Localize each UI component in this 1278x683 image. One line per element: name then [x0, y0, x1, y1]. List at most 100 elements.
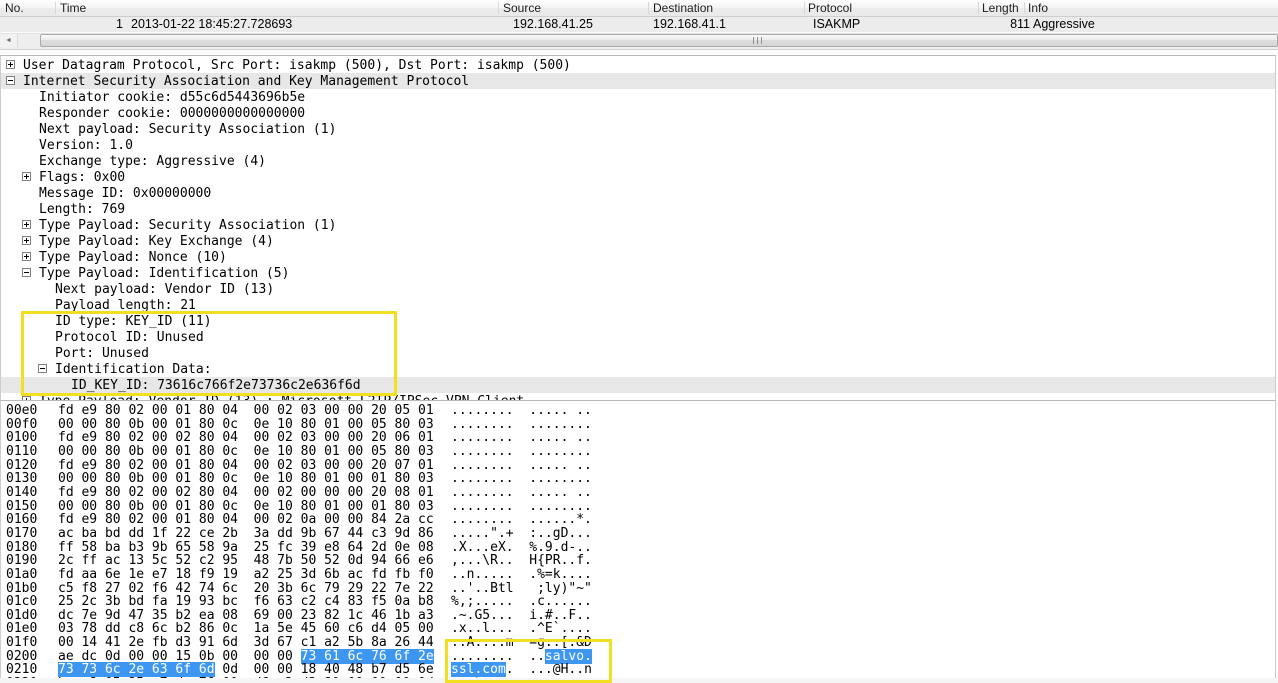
tree-row-label: Internet Security Association and Key Ma… [23, 74, 469, 89]
tree-row[interactable]: Version: 1.0 [1, 137, 1276, 153]
tree-row-label: Next payload: Vendor ID (13) [55, 282, 274, 297]
tree-row-label: Identification Data: [55, 362, 212, 377]
column-separator[interactable] [498, 2, 499, 14]
hex-row[interactable]: 0170ac ba bd dd 1f 22 ce 2b 3a dd 9b 67 … [1, 526, 1276, 540]
tree-row[interactable]: User Datagram Protocol, Src Port: isakmp… [1, 57, 1276, 73]
tree-row-label: Next payload: Security Association (1) [39, 122, 336, 137]
tree-row[interactable]: Payload length: 21 [1, 297, 1276, 313]
scrollbar-grip-icon [753, 37, 762, 44]
collapse-icon[interactable] [6, 76, 15, 85]
column-separator[interactable] [804, 2, 805, 14]
hex-row[interactable]: 01a0fd aa 6e 1e e7 18 f9 19 a2 25 3d 6b … [1, 567, 1276, 581]
packet-protocol: ISAKMP [813, 17, 860, 31]
scroll-left-arrow-icon[interactable]: ◄ [0, 34, 18, 47]
hex-dump-pane: 00d000 01 80 0c 0e 10 80 01 00 07 80 0e … [0, 401, 1276, 678]
tree-row[interactable]: Type Payload: Nonce (10) [1, 249, 1276, 265]
column-header-protocol[interactable]: Protocol [808, 1, 852, 15]
column-header-source[interactable]: Source [503, 1, 541, 15]
column-header-destination[interactable]: Destination [653, 1, 713, 15]
tree-row[interactable]: Initiator cookie: d55c6d5443696b5e [1, 89, 1276, 105]
column-separator[interactable] [978, 2, 979, 14]
tree-row[interactable]: ID_KEY_ID: 73616c766f2e73736c2e636f6d [1, 377, 1276, 393]
hex-row[interactable]: 01c025 2c 3b bd fa 19 93 bc f6 63 c2 c4 … [1, 594, 1276, 608]
collapse-icon[interactable] [38, 364, 47, 373]
tree-row-label: Responder cookie: 0000000000000000 [39, 106, 305, 121]
packet-list-header: No. Time Source Destination Protocol Length In… [0, 0, 1278, 17]
tree-row[interactable]: Responder cookie: 0000000000000000 [1, 105, 1276, 121]
tree-row-label: Exchange type: Aggressive (4) [39, 154, 266, 169]
hex-row[interactable]: 01902c ff ac 13 5c 52 c2 95 48 7b 50 52 … [1, 553, 1276, 567]
hex-row[interactable]: 013000 00 80 0b 00 01 80 0c 0e 10 80 01 … [1, 471, 1276, 485]
tree-row[interactable]: Next payload: Vendor ID (13) [1, 281, 1276, 297]
tree-row-label: Type Payload: Vendor ID (13) : Microsoft… [39, 394, 524, 401]
hex-row[interactable]: 015000 00 80 0b 00 01 80 0c 0e 10 80 01 … [1, 499, 1276, 513]
expand-icon[interactable] [22, 172, 31, 181]
tree-row[interactable]: Protocol ID: Unused [1, 329, 1276, 345]
hex-row[interactable]: 0140fd e9 80 02 00 02 80 04 00 02 00 00 … [1, 485, 1276, 499]
tree-row[interactable]: Type Payload: Vendor ID (13) : Microsoft… [1, 393, 1276, 401]
tree-row-label: Initiator cookie: d55c6d5443696b5e [39, 90, 305, 105]
collapse-icon[interactable] [22, 268, 31, 277]
column-separator[interactable] [1024, 2, 1025, 14]
column-header-info[interactable]: Info [1028, 1, 1048, 15]
tree-row[interactable]: Identification Data: [1, 361, 1276, 377]
hex-row[interactable]: 0180ff 58 ba b3 9b 65 58 9a 25 fc 39 e8 … [1, 540, 1276, 554]
packet-length: 811 [985, 17, 1030, 31]
hex-row[interactable]: 0120fd e9 80 02 00 01 80 04 00 02 03 00 … [1, 458, 1276, 472]
column-separator[interactable] [648, 2, 649, 14]
hex-row[interactable]: 0200ae dc 0d 00 00 15 0b 00 00 00 73 61 … [1, 649, 1276, 663]
hex-row[interactable]: 01f000 14 41 2e fb d3 91 6d 3d 67 c1 a2 … [1, 635, 1276, 649]
wireshark-window: No. Time Source Destination Protocol Length In… [0, 0, 1278, 678]
tree-row-label: User Datagram Protocol, Src Port: isakmp… [23, 58, 571, 73]
hex-row[interactable]: 01d0dc 7e 9d 47 35 b2 ea 08 69 00 23 82 … [1, 608, 1276, 622]
tree-row-label: Type Payload: Key Exchange (4) [39, 234, 274, 249]
packet-time: 2013-01-22 18:45:27.728693 [131, 17, 292, 31]
column-header-time[interactable]: Time [60, 1, 86, 15]
hex-row[interactable]: 01e003 78 dd c8 6c b2 86 0c 1a 5e 45 60 … [1, 621, 1276, 635]
hex-row[interactable]: 00e0fd e9 80 02 00 01 80 04 00 02 03 00 … [1, 403, 1276, 417]
tree-row-label: Version: 1.0 [39, 138, 133, 153]
tree-row[interactable]: Type Payload: Key Exchange (4) [1, 233, 1276, 249]
packet-destination: 192.168.41.1 [653, 17, 726, 31]
tree-row[interactable]: Port: Unused [1, 345, 1276, 361]
tree-row[interactable]: Flags: 0x00 [1, 169, 1276, 185]
packet-info: Aggressive [1033, 17, 1095, 31]
tree-row-label: Port: Unused [55, 346, 149, 361]
expand-icon[interactable] [6, 60, 15, 69]
hex-row[interactable]: 0100fd e9 80 02 00 02 80 04 00 02 03 00 … [1, 430, 1276, 444]
tree-row-label: ID_KEY_ID: 73616c766f2e73736c2e636f6d [71, 378, 361, 393]
tree-row-label: ID type: KEY_ID (11) [55, 314, 212, 329]
expand-icon[interactable] [22, 220, 31, 229]
expand-icon[interactable] [22, 252, 31, 261]
horizontal-scrollbar[interactable]: ◄ [0, 33, 1278, 50]
tree-row[interactable]: Type Payload: Identification (5) [1, 265, 1276, 281]
tree-row[interactable]: Internet Security Association and Key Ma… [1, 73, 1276, 89]
tree-row[interactable]: Type Payload: Security Association (1) [1, 217, 1276, 233]
tree-row-label: Length: 769 [39, 202, 125, 217]
packet-row[interactable]: 1 2013-01-22 18:45:27.728693 192.168.41.… [0, 17, 1278, 32]
tree-row-label: Message ID: 0x00000000 [39, 186, 211, 201]
tree-row[interactable]: Exchange type: Aggressive (4) [1, 153, 1276, 169]
expand-icon[interactable] [22, 236, 31, 245]
tree-row[interactable]: Message ID: 0x00000000 [1, 185, 1276, 201]
tree-row-label: Type Payload: Security Association (1) [39, 218, 336, 233]
packet-no: 1 [100, 17, 123, 31]
hex-row[interactable]: 00f000 00 80 0b 00 01 80 0c 0e 10 80 01 … [1, 417, 1276, 431]
hex-row[interactable]: 011000 00 80 0b 00 01 80 0c 0e 10 80 01 … [1, 444, 1276, 458]
tree-row-label: Type Payload: Nonce (10) [39, 250, 227, 265]
hex-row[interactable]: 01b0c5 f8 27 02 f6 42 74 6c 20 3b 6c 79 … [1, 581, 1276, 595]
column-header-length[interactable]: Length [982, 1, 1019, 15]
tree-row[interactable]: ID type: KEY_ID (11) [1, 313, 1276, 329]
tree-row[interactable]: Length: 769 [1, 201, 1276, 217]
hex-row[interactable]: 0160fd e9 80 02 00 01 80 04 00 02 0a 00 … [1, 512, 1276, 526]
tree-row-label: Payload length: 21 [55, 298, 196, 313]
column-separator[interactable] [55, 2, 56, 14]
column-header-no[interactable]: No. [5, 1, 24, 15]
packet-details-pane: User Datagram Protocol, Src Port: isakmp… [0, 55, 1276, 401]
tree-row-label: Protocol ID: Unused [55, 330, 204, 345]
scrollbar-thumb[interactable] [40, 34, 1278, 47]
tree-row[interactable]: Next payload: Security Association (1) [1, 121, 1276, 137]
hex-row[interactable]: 021073 73 6c 2e 63 6f 6d 0d 00 00 18 40 … [1, 662, 1276, 676]
tree-row-label: Type Payload: Identification (5) [39, 266, 289, 281]
tree-row-label: Flags: 0x00 [39, 170, 125, 185]
